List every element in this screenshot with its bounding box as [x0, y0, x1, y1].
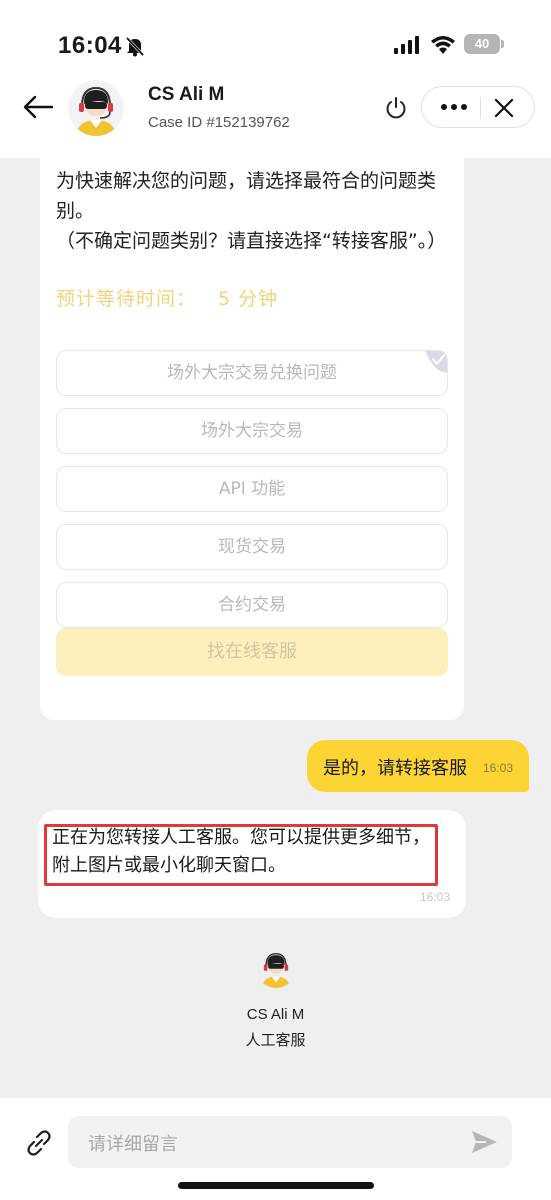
status-time: 16:04 [58, 32, 122, 59]
user-message-bubble: 是的，请转接客服 16:03 [307, 740, 529, 792]
checkmark-icon [425, 351, 447, 373]
option-button[interactable]: 场外大宗交易 [56, 408, 448, 454]
status-bar: 16:04 40 [0, 0, 551, 80]
intro-line1: 为快速解决您的问题，请选择最符合的问题类别。 [56, 170, 437, 222]
signal-icon [394, 36, 419, 54]
message-input[interactable]: 请详细留言 [68, 1116, 512, 1168]
pill-divider [480, 97, 481, 119]
battery-tip [501, 40, 504, 48]
option-label: 现货交易 [218, 537, 286, 557]
option-label: 场外大宗交易兑换问题 [167, 363, 337, 383]
intro-line2: （不确定问题类别？请直接选择“转接客服”。） [56, 230, 447, 252]
option-label: 场外大宗交易 [201, 421, 303, 441]
bell-off-icon [125, 36, 145, 57]
case-id: Case ID #152139762 [148, 114, 290, 131]
message-input-placeholder: 请详细留言 [88, 1134, 178, 1155]
option-button[interactable]: 现货交易 [56, 524, 448, 570]
wait-value: 5 分钟 [218, 288, 279, 310]
option-label: 合约交易 [218, 595, 286, 615]
battery-icon: 40 [464, 34, 500, 54]
header-actions-pill [421, 86, 535, 128]
wait-time: 预计等待时间： 5 分钟 [56, 284, 278, 311]
highlight-box [44, 824, 438, 886]
option-button[interactable]: 场外大宗交易兑换问题 [56, 350, 448, 396]
wifi-icon [431, 36, 455, 54]
agent-avatar-small [255, 948, 296, 988]
joined-agent-name: CS Ali M [246, 1006, 305, 1023]
home-indicator [178, 1182, 374, 1189]
intro-text: 为快速解决您的问题，请选择最符合的问题类别。 （不确定问题类别？请直接选择“转接… [56, 166, 456, 256]
send-icon[interactable] [470, 1129, 498, 1155]
agent-joined-notice: CS Ali M 人工客服 [0, 948, 551, 1050]
chat-header: CS Ali M Case ID #152139762 [0, 80, 551, 158]
user-message-text: 是的，请转接客服 [323, 758, 467, 779]
option-button[interactable]: 合约交易 [56, 582, 448, 628]
option-button[interactable]: API 功能 [56, 466, 448, 512]
chat-area[interactable]: 为快速解决您的问题，请选择最符合的问题类别。 （不确定问题类别？请直接选择“转接… [0, 158, 551, 1098]
back-arrow-icon[interactable] [22, 94, 54, 120]
option-label: API 功能 [218, 479, 286, 499]
close-icon[interactable] [492, 96, 516, 120]
composer-bar: 请详细留言 [0, 1098, 551, 1200]
agent-avatar [68, 80, 124, 136]
more-icon[interactable] [436, 97, 472, 117]
user-message-time: 16:03 [483, 761, 514, 775]
agent-name: CS Ali M [148, 84, 225, 105]
bot-category-card: 为快速解决您的问题，请选择最符合的问题类别。 （不确定问题类别？请直接选择“转接… [40, 158, 464, 720]
power-icon[interactable] [384, 96, 408, 120]
bot-message-bubble: 正在为您转接人工客服。您可以提供更多细节，附上图片或最小化聊天窗口。 16:03 [38, 810, 466, 918]
find-agent-button[interactable]: 找在线客服 [56, 628, 448, 676]
paperclip-icon[interactable] [24, 1128, 54, 1158]
wait-label: 预计等待时间： [56, 288, 197, 310]
joined-agent-role: 人工客服 [245, 1031, 306, 1049]
bot-message-time: 16:03 [420, 890, 451, 904]
